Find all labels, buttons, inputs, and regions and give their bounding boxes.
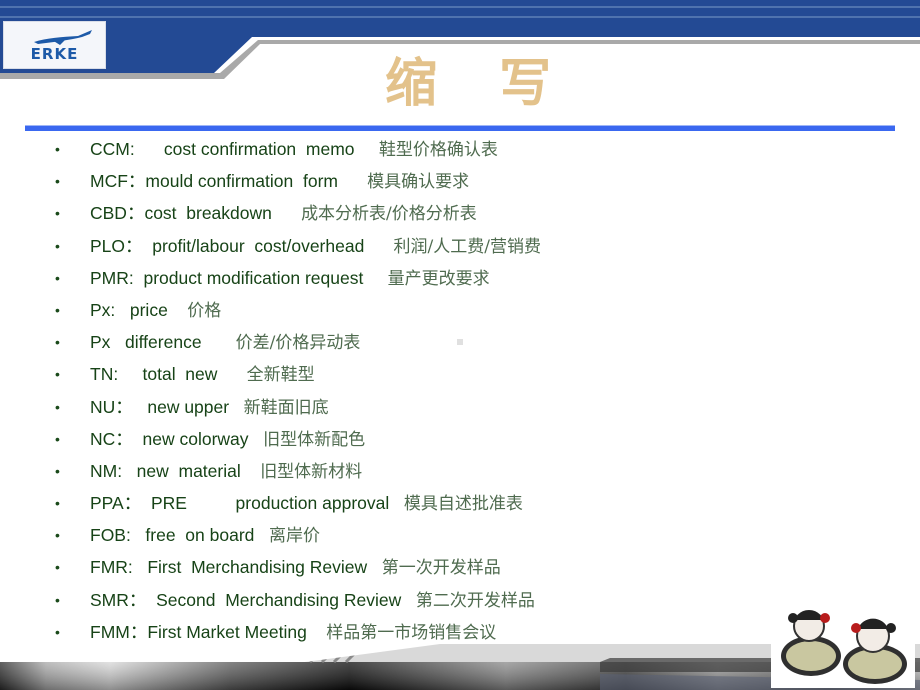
abbr-line: FMM：First Market Meeting 样品第一市场销售会议 [90,619,496,646]
abbr-line: FMR: First Merchandising Review 第一次开发样品 [90,554,501,581]
abbr-chinese: 模具自述批准表 [403,494,523,515]
abbr-english: CCM: cost confirmation memo [90,139,379,159]
abbr-line: TN: total new 全新鞋型 [90,361,315,388]
abbr-english: TN: total new [90,364,247,385]
bullet-icon: • [55,495,60,512]
bullet-icon: • [55,205,60,222]
abbr-chinese: 成本分析表/价格分析表 [301,204,477,225]
abbr-line: NC： new colorway 旧型体新配色 [90,426,365,453]
abbr-chinese: 旧型体新配色 [263,429,366,450]
abbr-english: FOB: free on board [90,525,269,546]
abbr-line: PMR: product modification request 量产更改要求 [90,265,490,292]
bullet-icon: • [55,301,60,318]
abbr-line: Px difference 价差/价格异动表 [90,329,360,356]
abbr-english: FMM：First Market Meeting [90,621,327,642]
bullet-icon: • [55,173,60,190]
abbr-chinese: 样品第一市场销售会议 [326,622,497,643]
abbr-english: Px: price [90,299,188,320]
abbr-chinese: 鞋型价格确认表 [378,140,498,160]
abbr-line: NM: new material 旧型体新材料 [90,458,362,485]
sandals-image [771,598,915,688]
abbr-line: CCM: cost confirmation memo 鞋型价格确认表 [90,136,498,163]
abbr-chinese: 旧型体新材料 [260,461,363,482]
abbr-english: NU： new upper [90,396,244,417]
bullet-icon: • [55,334,60,351]
abbr-line: NU： new upper 新鞋面旧底 [90,394,329,421]
abbr-chinese: 模具确认要求 [367,172,470,193]
bullet-icon: • [55,559,60,576]
brand-logo: ERKE [3,21,106,69]
bullet-icon: • [55,366,60,383]
bullet-icon: • [55,269,60,286]
abbr-english: NC： new colorway [90,428,264,449]
abbr-chinese: 全新鞋型 [246,365,315,386]
stray-mark [457,339,463,345]
bullet-icon: • [55,591,60,608]
abbr-english: NM: new material [90,460,261,481]
abbr-english: PPA： PRE production approval [90,493,404,514]
bullet-icon: • [55,527,60,544]
abbr-line: CBD：cost breakdown 成本分析表/价格分析表 [90,200,477,227]
bullet-icon: • [55,462,60,479]
abbr-english: Px difference [90,332,236,353]
abbr-chinese: 量产更改要求 [387,268,490,289]
abbr-chinese: 第二次开发样品 [415,590,535,611]
bullet-icon: • [55,623,60,640]
bullet-icon: • [55,141,60,157]
abbr-english: MCF：mould confirmation form [90,171,368,192]
abbr-line: SMR： Second Merchandising Review 第二次开发样品 [90,587,535,614]
bullet-icon: • [55,430,60,447]
abbr-chinese: 离岸价 [268,526,320,547]
bullet-icon: • [55,237,60,254]
abbr-line: Px: price 价格 [90,297,221,324]
abbr-chinese: 利润/人工费/营销费 [393,236,541,257]
abbr-english: FMR: First Merchandising Review [90,557,382,578]
slide: ERKE 缩 写 • CCM: cost confirmation memo 鞋型… [0,0,920,690]
abbr-chinese: 价格 [187,300,222,321]
brand-logo-text: ERKE [30,45,79,63]
bullet-icon: • [55,398,60,415]
abbr-line: PPA： PRE production approval 模具自述批准表 [90,490,523,517]
abbr-chinese: 第一次开发样品 [381,558,501,579]
abbr-line: MCF：mould confirmation form 模具确认要求 [90,168,469,195]
abbr-line: FOB: free on board 离岸价 [90,522,320,549]
page-title: 缩 写 [385,54,574,114]
title-divider [25,125,895,131]
sandals-photo [771,598,915,688]
swoosh-icon [34,30,92,45]
abbr-english: SMR： Second Merchandising Review [90,589,416,610]
abbr-english: CBD：cost breakdown [90,203,302,224]
abbr-chinese: 新鞋面旧底 [243,397,329,418]
abbr-chinese: 价差/价格异动表 [235,333,361,354]
abbr-line: PLO： profit/labour cost/overhead 利润/人工费/… [90,233,541,260]
abbr-english: PMR: product modification request [90,267,388,288]
abbr-english: PLO： profit/labour cost/overhead [90,235,394,256]
